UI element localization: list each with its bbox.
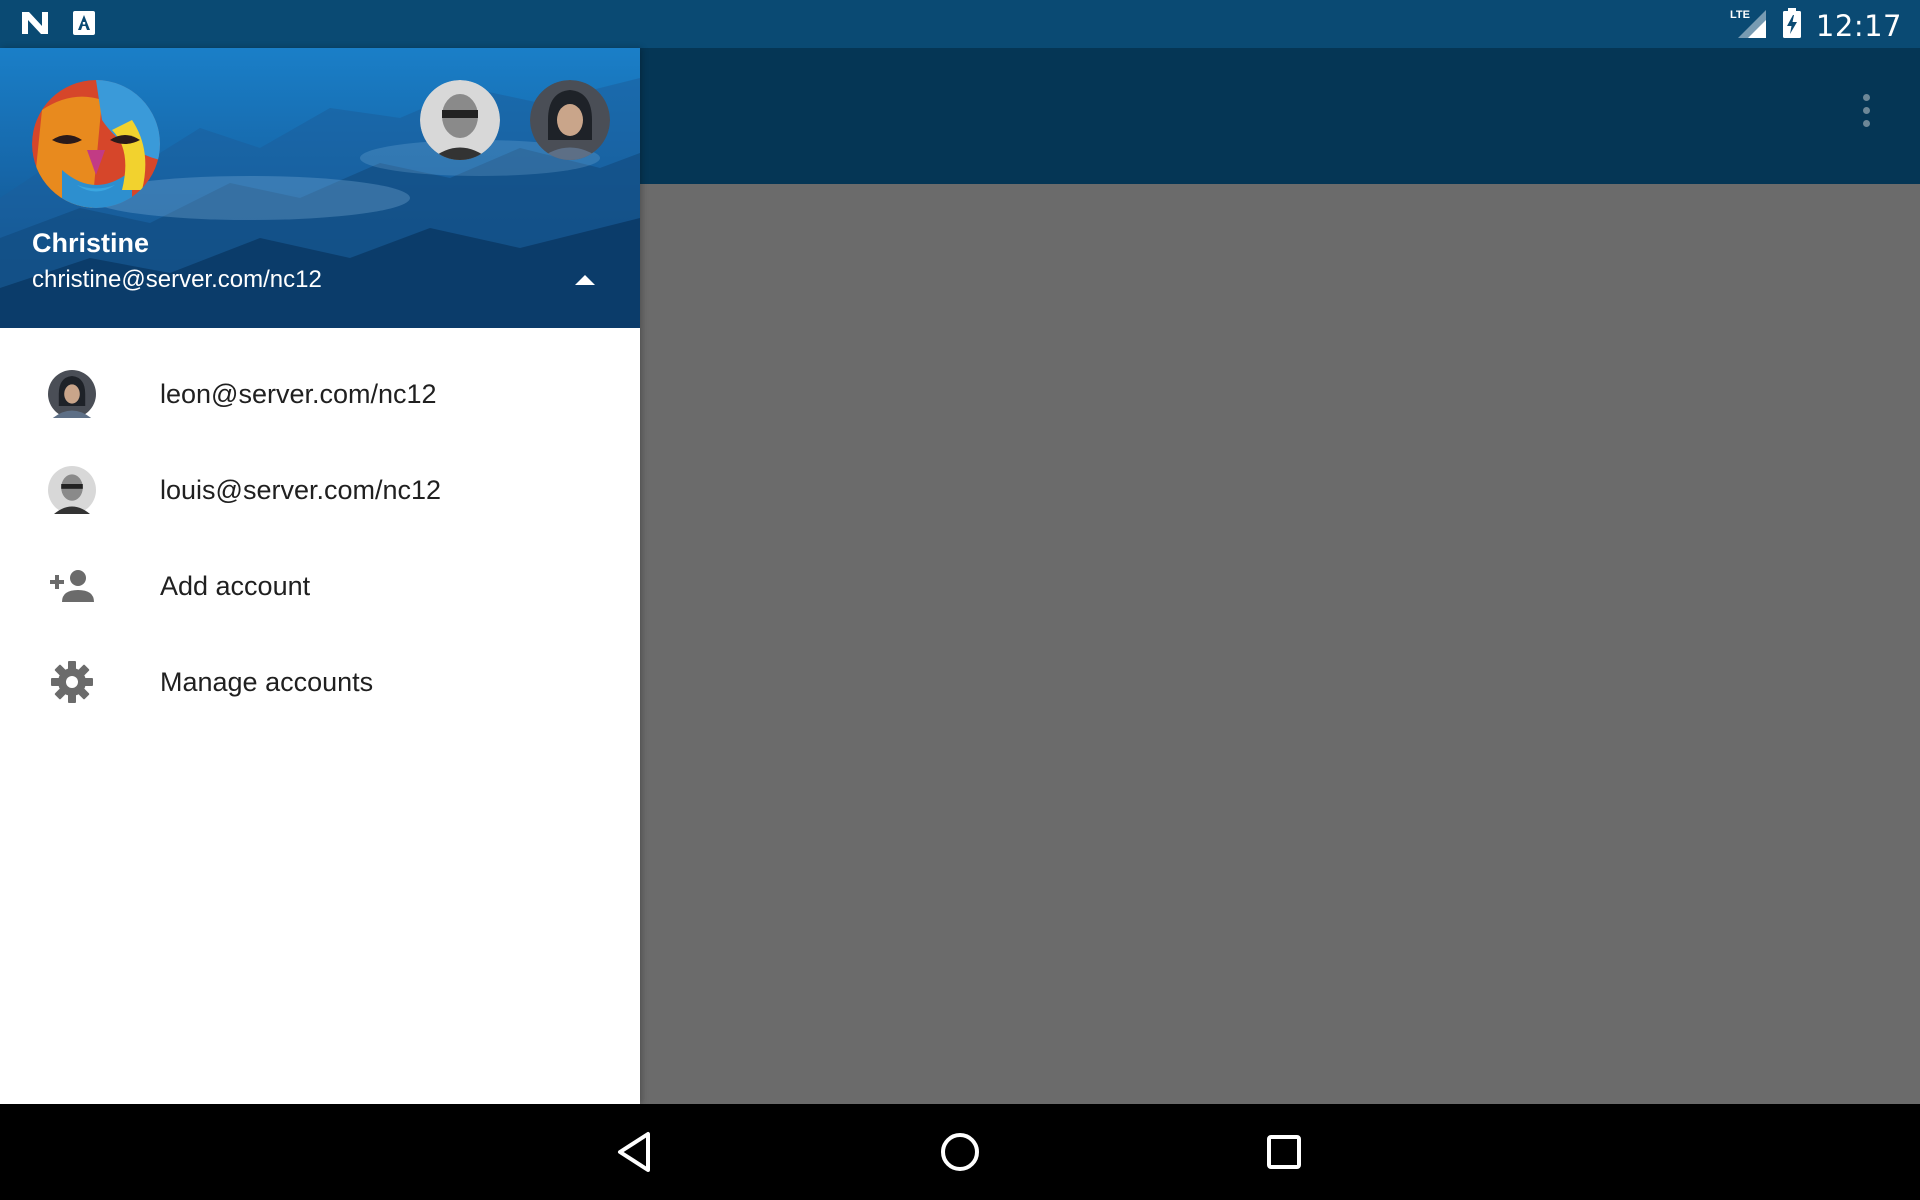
network-label: LTE [1730,9,1750,21]
leon-avatar[interactable] [530,80,610,160]
account-menu: leon@server.com/nc12 louis@server.com/nc… [0,328,640,730]
person-add-icon [48,562,96,610]
christine-avatar[interactable] [32,80,160,208]
system-nav-bar [0,1104,1920,1200]
account-item-label: louis@server.com/nc12 [160,474,442,505]
more-vert-icon[interactable] [1858,94,1874,134]
account-email: christine@server.com/nc12 [32,266,322,293]
lte-signal-icon: LTE [1730,6,1768,45]
content-scrim[interactable] [640,184,1920,1104]
clock: 12:17 [1815,8,1902,43]
account-name: Christine [32,228,150,258]
manage-accounts-item[interactable]: Manage accounts [0,634,640,730]
leon-avatar [48,370,96,418]
add-account-label: Add account [160,570,311,601]
back-icon[interactable] [612,1128,660,1176]
n-logo-icon [20,10,50,41]
account-item-leon[interactable]: leon@server.com/nc12 [0,346,640,442]
app-toolbar [640,48,1920,184]
a-notification-icon [72,10,96,41]
arrow-up-icon[interactable] [570,266,600,296]
manage-accounts-label: Manage accounts [160,666,374,697]
navigation-drawer: Christine christine@server.com/nc12 leon… [0,48,640,1104]
gear-icon [48,658,96,706]
home-icon[interactable] [936,1128,984,1176]
account-item-louis[interactable]: louis@server.com/nc12 [0,442,640,538]
battery-charging-icon [1782,7,1802,44]
drawer-header: Christine christine@server.com/nc12 [0,48,640,328]
louis-avatar[interactable] [420,80,500,160]
louis-avatar [48,466,96,514]
add-account-item[interactable]: Add account [0,538,640,634]
account-item-label: leon@server.com/nc12 [160,378,437,409]
recents-icon[interactable] [1260,1128,1308,1176]
status-bar: LTE 12:17 [0,0,1920,48]
